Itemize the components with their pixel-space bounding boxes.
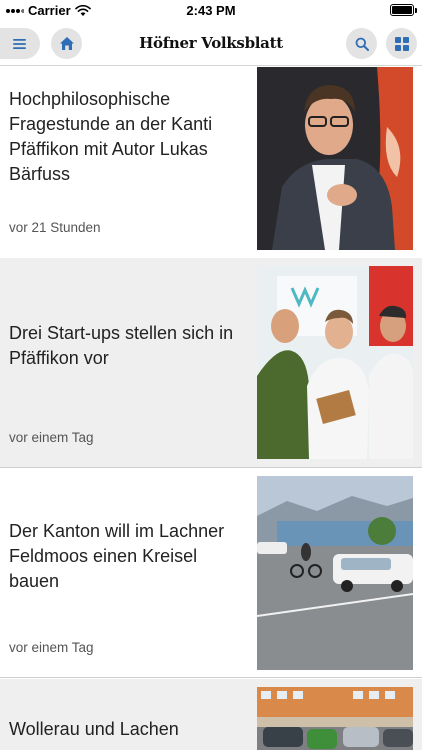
- article-image[interactable]: [257, 476, 413, 670]
- battery-fill: [392, 6, 412, 14]
- article-title[interactable]: Drei Start-ups stellen sich in Pfäffikon…: [9, 321, 244, 371]
- sections-button[interactable]: [386, 28, 417, 59]
- article-timestamp: vor 21 Stunden: [9, 220, 101, 235]
- battery-icon: [390, 4, 417, 16]
- article-image[interactable]: [257, 266, 413, 459]
- article-title[interactable]: Wollerau und Lachen: [9, 717, 244, 742]
- article-title[interactable]: Der Kanton will im Lachner Feldmoos eine…: [9, 519, 244, 594]
- article-card[interactable]: Der Kanton will im Lachner Feldmoos eine…: [0, 468, 422, 678]
- search-button[interactable]: [346, 28, 377, 59]
- article-title[interactable]: Hochphilosophische Fragestunde an der Ka…: [9, 87, 244, 187]
- article-timestamp: vor einem Tag: [9, 430, 94, 445]
- navigation-bar: Höfner Volksblatt: [0, 22, 422, 66]
- battery-indicator: [390, 4, 417, 16]
- article-card[interactable]: Hochphilosophische Fragestunde an der Ka…: [0, 67, 422, 277]
- status-time: 2:43 PM: [186, 3, 236, 18]
- article-card[interactable]: Drei Start-ups stellen sich in Pfäffikon…: [0, 258, 422, 468]
- grid-icon: [394, 36, 409, 51]
- article-image[interactable]: [257, 67, 413, 250]
- article-image[interactable]: [257, 687, 413, 750]
- article-timestamp: vor einem Tag: [9, 640, 94, 655]
- article-card[interactable]: Wollerau und Lachen: [0, 679, 422, 750]
- status-bar: Carrier 2:43 PM: [0, 0, 422, 22]
- search-icon: [355, 37, 369, 51]
